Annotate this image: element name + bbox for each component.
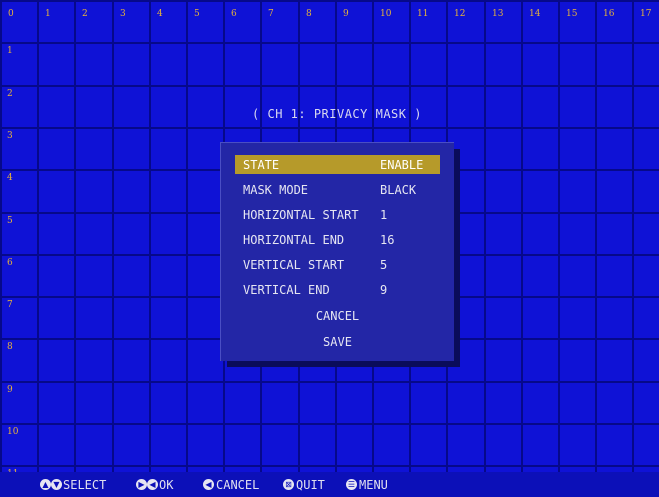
quit-icon: ⊠ — [283, 479, 294, 490]
grid-column-number: 0 — [8, 9, 14, 19]
grid-row-number: 10 — [7, 427, 19, 437]
grid-column-number: 15 — [566, 9, 578, 19]
grid-row-number: 4 — [7, 173, 13, 183]
menu-item-label: VERTICAL END — [243, 283, 330, 297]
grid-column-number: 14 — [529, 9, 541, 19]
grid-screen: 012345678910111213141516171234567891011 … — [0, 0, 659, 497]
menu-item-mask-mode[interactable]: MASK MODE BLACK — [235, 180, 440, 199]
down-arrow-icon: ▼ — [51, 479, 62, 490]
grid-column-number: 2 — [82, 9, 88, 19]
menu-hint-label: MENU — [359, 478, 388, 492]
grid-horizontal-line — [0, 381, 659, 383]
grid-column-number: 11 — [417, 9, 429, 19]
grid-column-number: 17 — [640, 9, 652, 19]
grid-vertical-line — [558, 0, 560, 472]
key-hint-bar: ▲ ▼ SELECT ▶ ◀ OK ◀ CANCEL ⊠ QUIT ☰ MENU — [0, 472, 659, 497]
grid-vertical-line — [74, 0, 76, 472]
save-button[interactable]: SAVE — [221, 335, 454, 349]
privacy-mask-menu: STATE ENABLE MASK MODE BLACK HORIZONTAL … — [220, 142, 454, 361]
grid-column-number: 12 — [454, 9, 466, 19]
grid-horizontal-line — [0, 465, 659, 467]
grid-horizontal-line — [0, 42, 659, 44]
menu-item-label: STATE — [243, 158, 280, 172]
menu-item-value: 9 — [380, 283, 388, 297]
grid-vertical-line — [484, 0, 486, 472]
grid-horizontal-line — [0, 127, 659, 129]
menu-item-horizontal-end[interactable]: HORIZONTAL END 16 — [235, 230, 440, 249]
right-arrow-icon: ▶ — [136, 479, 147, 490]
grid-row-number: 3 — [7, 131, 13, 141]
grid-vertical-line — [186, 0, 188, 472]
menu-item-value: BLACK — [380, 183, 417, 197]
menu-item-label: MASK MODE — [243, 183, 309, 197]
select-hint-label: SELECT — [63, 478, 107, 492]
grid-vertical-line — [37, 0, 39, 472]
grid-horizontal-line — [0, 0, 659, 2]
grid-column-number: 10 — [380, 9, 392, 19]
grid-column-number: 16 — [603, 9, 615, 19]
grid-row-number: 1 — [7, 46, 13, 56]
grid-row-number: 9 — [7, 385, 13, 395]
menu-item-label: VERTICAL START — [243, 258, 345, 272]
grid-vertical-line — [632, 0, 634, 472]
menu-item-label: HORIZONTAL START — [243, 208, 359, 222]
quit-hint-label: QUIT — [296, 478, 325, 492]
menu-item-state[interactable]: STATE ENABLE — [235, 155, 440, 174]
grid-column-number: 9 — [343, 9, 349, 19]
grid-vertical-line — [521, 0, 523, 472]
up-arrow-icon: ▲ — [40, 479, 51, 490]
grid-column-number: 5 — [194, 9, 200, 19]
grid-column-number: 4 — [157, 9, 163, 19]
cancel-button[interactable]: CANCEL — [221, 309, 454, 323]
cancel-hint-label: CANCEL — [216, 478, 260, 492]
grid-column-number: 1 — [45, 9, 51, 19]
grid-row-number: 7 — [7, 300, 13, 310]
grid-vertical-line — [149, 0, 151, 472]
grid-column-number: 6 — [231, 9, 237, 19]
enter-arrow-icon: ◀ — [147, 479, 158, 490]
grid-column-number: 3 — [120, 9, 126, 19]
grid-row-number: 5 — [7, 216, 13, 226]
grid-vertical-line — [112, 0, 114, 472]
grid-row-number: 2 — [7, 89, 13, 99]
grid-row-number: 8 — [7, 342, 13, 352]
grid-row-number: 6 — [7, 258, 13, 268]
page-title: ( CH 1: PRIVACY MASK ) — [252, 107, 422, 121]
menu-item-horizontal-start[interactable]: HORIZONTAL START 1 — [235, 205, 440, 224]
left-arrow-icon: ◀ — [203, 479, 214, 490]
grid-column-number: 8 — [306, 9, 312, 19]
menu-item-value: ENABLE — [380, 158, 424, 172]
menu-item-value: 5 — [380, 258, 388, 272]
ok-hint-label: OK — [159, 478, 174, 492]
menu-icon: ☰ — [346, 479, 357, 490]
grid-horizontal-line — [0, 85, 659, 87]
menu-item-vertical-start[interactable]: VERTICAL START 5 — [235, 255, 440, 274]
grid-column-number: 7 — [268, 9, 274, 19]
grid-horizontal-line — [0, 423, 659, 425]
menu-item-value: 16 — [380, 233, 395, 247]
grid-vertical-line — [0, 0, 2, 472]
menu-item-value: 1 — [380, 208, 388, 222]
grid-vertical-line — [595, 0, 597, 472]
grid-column-number: 13 — [492, 9, 504, 19]
menu-item-vertical-end[interactable]: VERTICAL END 9 — [235, 280, 440, 299]
menu-item-label: HORIZONTAL END — [243, 233, 345, 247]
